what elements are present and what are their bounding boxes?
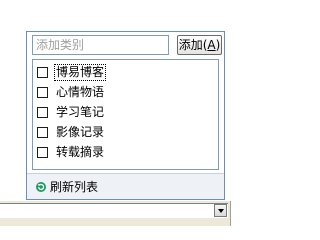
add-button-suffix: )	[215, 38, 221, 52]
chevron-down-icon	[217, 208, 224, 213]
add-category-button[interactable]: 添加(A)	[177, 35, 222, 55]
category-item-1[interactable]: 心情物语	[37, 83, 105, 101]
bottom-toolbar	[0, 201, 239, 226]
category-label: 博易博客	[53, 63, 107, 81]
category-checkbox[interactable]	[37, 86, 48, 98]
category-list: 博易博客 心情物语 学习笔记 影像记录 转载摘录	[32, 59, 219, 170]
category-checkbox[interactable]	[37, 66, 48, 78]
combo-dropdown-button[interactable]	[214, 204, 227, 217]
add-button-accelerator: A	[207, 38, 216, 52]
category-label: 心情物语	[56, 84, 105, 99]
refresh-list-label: 刷新列表	[50, 180, 99, 194]
category-popup-panel: 添加(A) 博易博客 心情物语 学习笔记 影像记录 转载摘录	[26, 31, 225, 200]
screen: 添加(A) 博易博客 心情物语 学习笔记 影像记录 转载摘录	[0, 0, 239, 226]
category-label: 学习笔记	[56, 104, 105, 119]
category-checkbox[interactable]	[37, 126, 48, 138]
category-name-input[interactable]	[32, 35, 169, 55]
category-checkbox[interactable]	[37, 146, 48, 158]
bottom-combo-field[interactable]	[0, 203, 228, 218]
refresh-list-link[interactable]: 刷新列表	[36, 180, 98, 194]
side-edge-box	[230, 201, 239, 226]
category-label: 转载摘录	[56, 144, 105, 159]
category-label: 影像记录	[56, 124, 105, 139]
category-item-0[interactable]: 博易博客	[37, 63, 107, 81]
category-checkbox[interactable]	[37, 106, 48, 118]
popup-footer: 刷新列表	[27, 173, 224, 199]
add-button-label: 添加(	[178, 38, 208, 52]
category-item-4[interactable]: 转载摘录	[37, 143, 105, 161]
category-item-2[interactable]: 学习笔记	[37, 103, 105, 121]
refresh-icon	[36, 182, 46, 192]
category-item-3[interactable]: 影像记录	[37, 123, 105, 141]
